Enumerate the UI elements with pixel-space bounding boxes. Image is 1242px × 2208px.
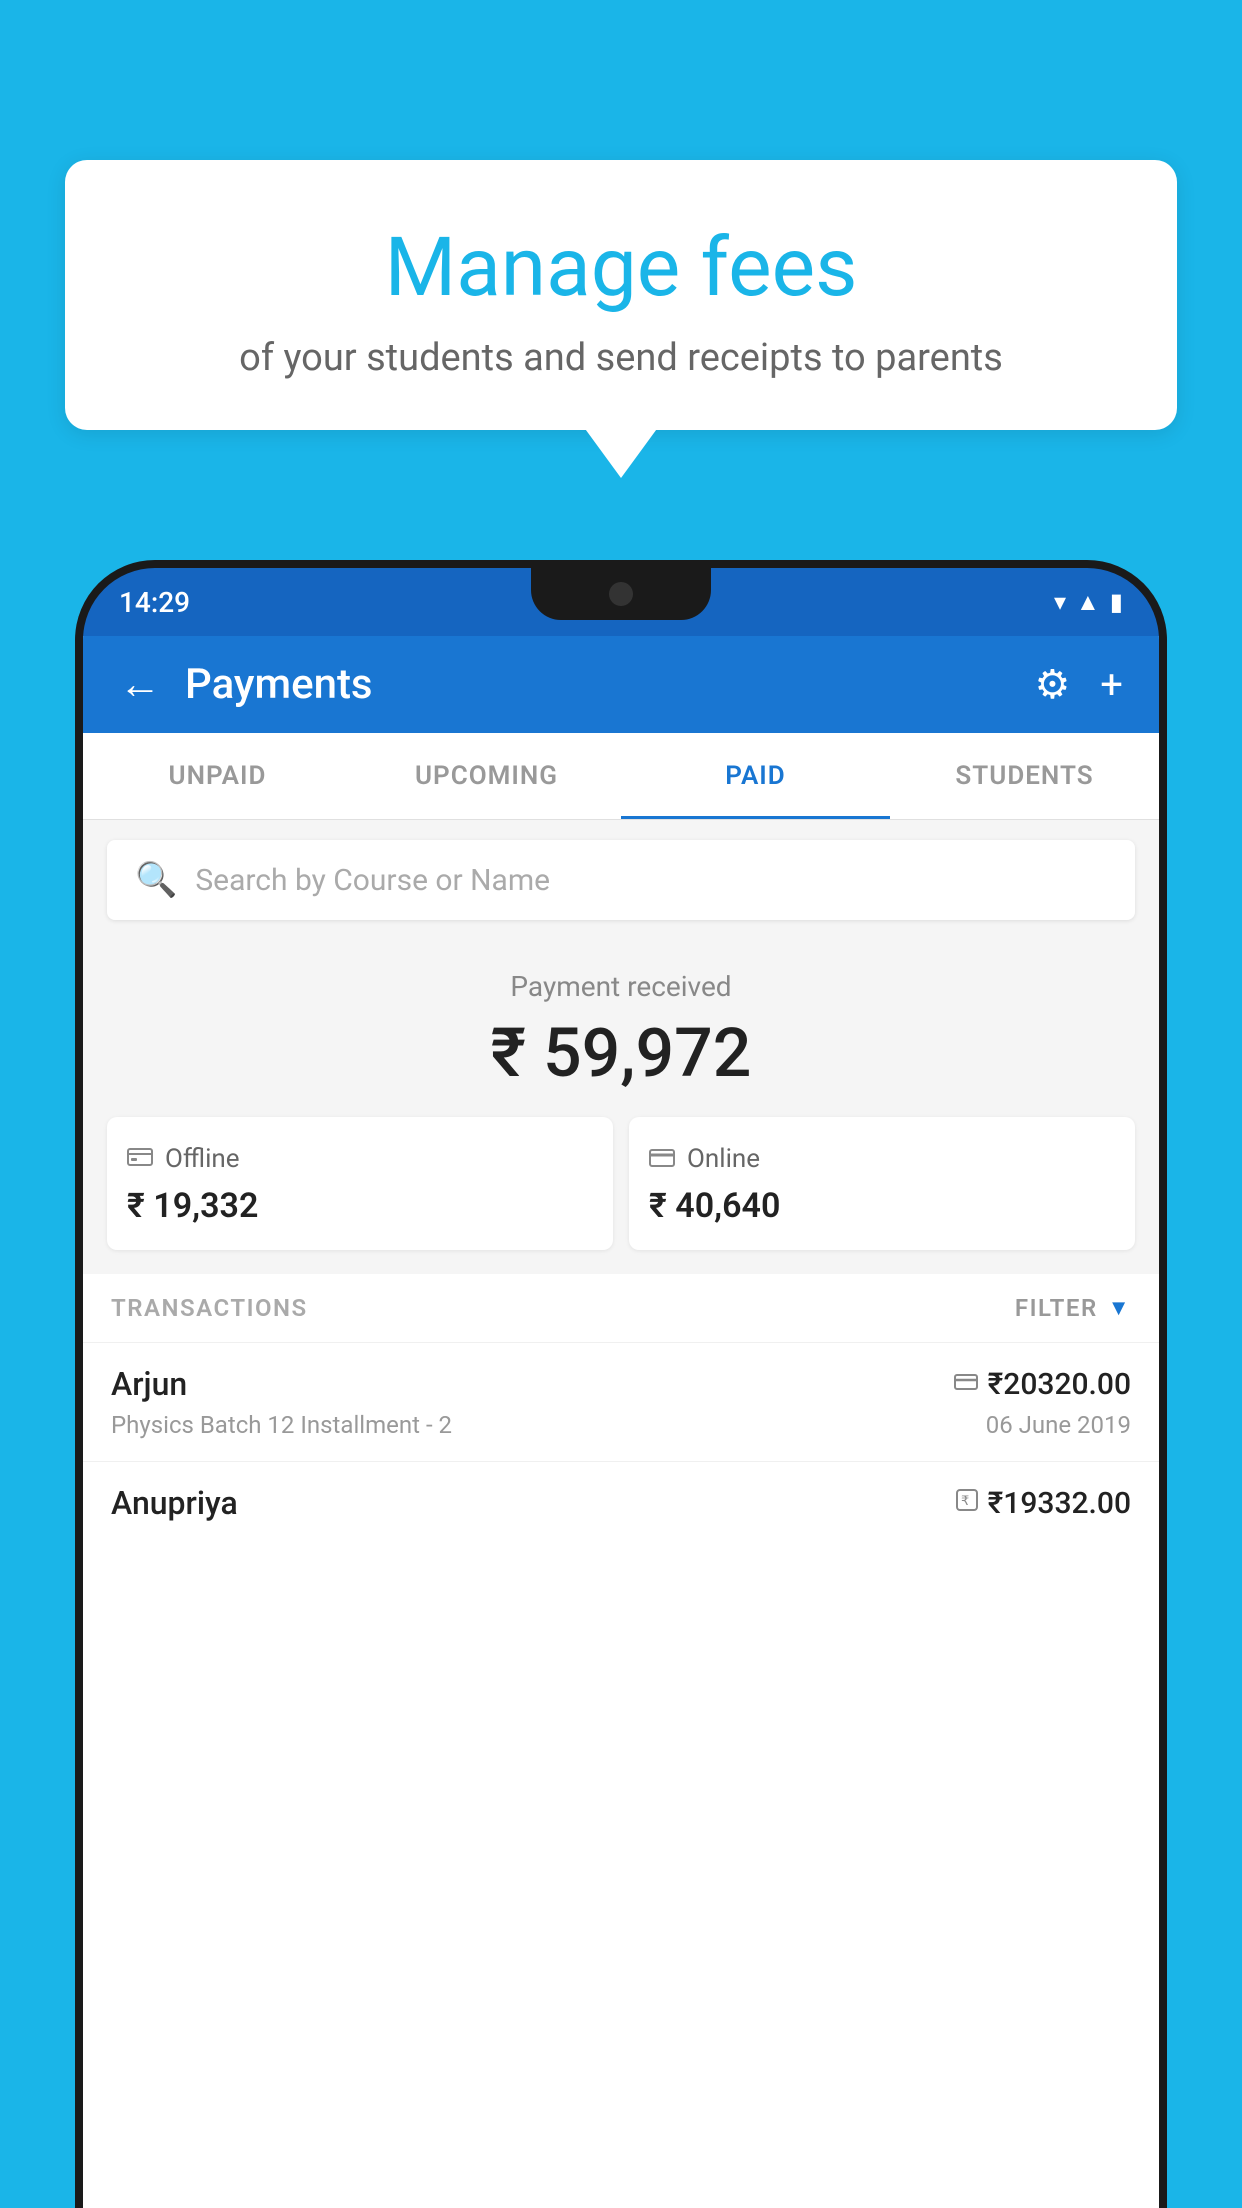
online-card: Online ₹ 40,640 <box>629 1117 1135 1250</box>
transaction-bottom: Physics Batch 12 Installment - 2 06 June… <box>111 1411 1131 1439</box>
search-placeholder: Search by Course or Name <box>195 863 550 898</box>
tab-unpaid[interactable]: UNPAID <box>83 733 352 819</box>
tab-paid[interactable]: PAID <box>621 733 890 819</box>
search-icon: 🔍 <box>135 860 177 900</box>
offline-label: Offline <box>165 1144 240 1174</box>
filter-area[interactable]: FILTER ▼ <box>1015 1294 1131 1322</box>
svg-text:₹: ₹ <box>961 1493 969 1508</box>
rupee-icon: ₹ <box>956 1488 978 1518</box>
back-button[interactable]: ← <box>119 660 161 709</box>
page-title: Payments <box>185 660 373 709</box>
offline-icon <box>127 1141 153 1176</box>
status-icons: ▾ ▲ ▮ <box>1054 588 1123 617</box>
search-bar[interactable]: 🔍 Search by Course or Name <box>107 840 1135 920</box>
payment-total-amount: ₹ 59,972 <box>107 1013 1135 1093</box>
phone-inner: 14:29 ▾ ▲ ▮ ← Payments ⚙ + <box>83 568 1159 2208</box>
payment-summary: Payment received ₹ 59,972 <box>83 940 1159 1274</box>
add-icon[interactable]: + <box>1100 661 1123 708</box>
header-left: ← Payments <box>119 660 373 709</box>
transactions-header: TRANSACTIONS FILTER ▼ <box>83 1274 1159 1342</box>
transactions-label: TRANSACTIONS <box>111 1294 308 1322</box>
online-card-header: Online <box>649 1141 1115 1176</box>
transaction-top: Arjun ₹20320.00 <box>111 1365 1131 1403</box>
phone-mockup: 14:29 ▾ ▲ ▮ ← Payments ⚙ + <box>75 560 1167 2208</box>
online-label: Online <box>687 1144 760 1174</box>
filter-icon: ▼ <box>1108 1295 1131 1321</box>
bubble-title: Manage fees <box>105 220 1137 316</box>
offline-amount: ₹ 19,332 <box>127 1186 593 1226</box>
online-icon <box>649 1141 675 1176</box>
transaction-top-2: Anupriya ₹ ₹19332.00 <box>111 1484 1131 1522</box>
student-name-2: Anupriya <box>111 1484 238 1522</box>
settings-icon[interactable]: ⚙ <box>1034 661 1070 708</box>
battery-icon: ▮ <box>1110 588 1123 616</box>
signal-icon: ▲ <box>1076 588 1100 617</box>
search-container: 🔍 Search by Course or Name <box>83 820 1159 940</box>
phone-notch <box>531 568 711 620</box>
amount-area-2: ₹ ₹19332.00 <box>956 1486 1131 1521</box>
app-header: ← Payments ⚙ + <box>83 636 1159 733</box>
header-right: ⚙ + <box>1034 661 1123 708</box>
transaction-amount: ₹20320.00 <box>988 1367 1131 1402</box>
app-content: ← Payments ⚙ + UNPAID UPCOMING PAID STUD… <box>83 636 1159 2208</box>
transaction-row-2[interactable]: Anupriya ₹ ₹19332.00 <box>83 1461 1159 1552</box>
tab-students[interactable]: STUDENTS <box>890 733 1159 819</box>
payment-cards: Offline ₹ 19,332 Online <box>107 1117 1135 1250</box>
amount-area: ₹20320.00 <box>954 1367 1131 1402</box>
payment-received-label: Payment received <box>107 970 1135 1003</box>
student-name: Arjun <box>111 1365 187 1403</box>
tabs-bar: UNPAID UPCOMING PAID STUDENTS <box>83 733 1159 820</box>
wifi-icon: ▾ <box>1054 588 1066 616</box>
transaction-amount-2: ₹19332.00 <box>988 1486 1131 1521</box>
transaction-row[interactable]: Arjun ₹20320.00 Physics Batch 12 Install… <box>83 1342 1159 1461</box>
tab-upcoming[interactable]: UPCOMING <box>352 733 621 819</box>
credit-card-icon <box>954 1369 978 1399</box>
status-bar: 14:29 ▾ ▲ ▮ <box>83 568 1159 636</box>
offline-card-header: Offline <box>127 1141 593 1176</box>
filter-label: FILTER <box>1015 1294 1098 1322</box>
status-time: 14:29 <box>119 586 190 619</box>
date-detail: 06 June 2019 <box>986 1411 1131 1439</box>
speech-bubble: Manage fees of your students and send re… <box>65 160 1177 430</box>
bubble-subtitle: of your students and send receipts to pa… <box>105 336 1137 380</box>
offline-card: Offline ₹ 19,332 <box>107 1117 613 1250</box>
camera <box>609 582 633 606</box>
course-detail: Physics Batch 12 Installment - 2 <box>111 1411 452 1439</box>
online-amount: ₹ 40,640 <box>649 1186 1115 1226</box>
